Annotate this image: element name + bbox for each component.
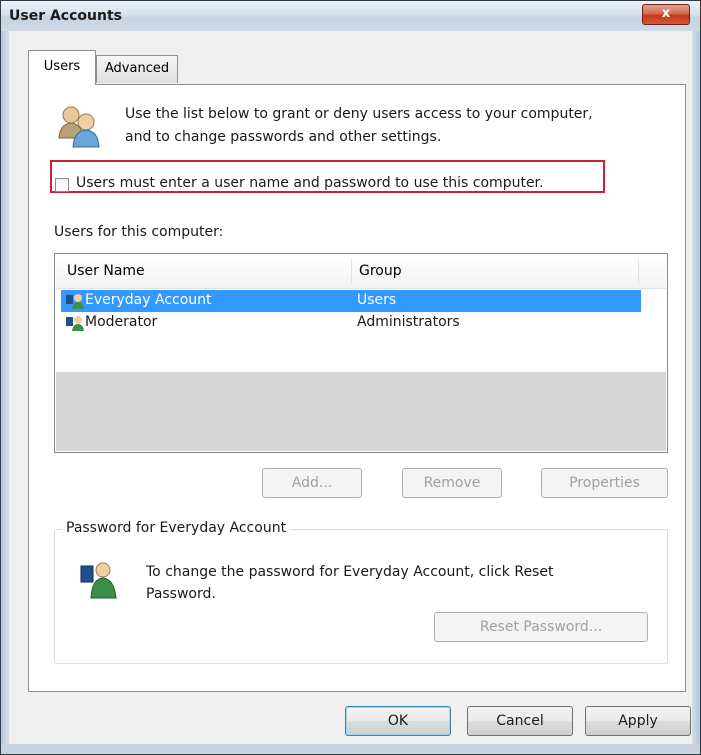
list-empty-area bbox=[56, 372, 666, 451]
user-name-cell: Everyday Account bbox=[85, 292, 212, 308]
users-icon bbox=[58, 106, 100, 148]
title-bar[interactable]: User Accounts x bbox=[1, 1, 700, 32]
window-frame-left bbox=[1, 31, 9, 754]
group-cell: Users bbox=[357, 292, 397, 308]
window-title: User Accounts bbox=[9, 8, 122, 24]
reset-password-button[interactable]: Reset Password... bbox=[434, 612, 648, 642]
table-row[interactable]: Moderator Administrators bbox=[61, 312, 641, 334]
user-key-icon bbox=[80, 562, 117, 599]
window-frame-bottom bbox=[1, 744, 700, 754]
tab-advanced[interactable]: Advanced bbox=[96, 55, 178, 83]
properties-button[interactable]: Properties bbox=[541, 468, 668, 498]
require-login-checkbox[interactable] bbox=[55, 178, 69, 192]
cancel-button[interactable]: Cancel bbox=[467, 706, 573, 736]
group-cell: Administrators bbox=[357, 314, 460, 330]
require-login-label[interactable]: Users must enter a user name and passwor… bbox=[76, 175, 543, 191]
users-list[interactable]: User Name Group Everyday Account Users M… bbox=[54, 253, 668, 453]
window-frame-right bbox=[692, 31, 700, 754]
password-text-line2: Password. bbox=[146, 586, 216, 602]
password-text-line1: To change the password for Everyday Acco… bbox=[146, 564, 554, 580]
ok-button[interactable]: OK bbox=[345, 706, 451, 736]
close-icon: x bbox=[661, 6, 671, 21]
table-row[interactable]: Everyday Account Users bbox=[61, 290, 641, 312]
column-header-group[interactable]: Group bbox=[359, 263, 402, 279]
users-for-computer-label: Users for this computer: bbox=[54, 224, 224, 240]
intro-text-line2: and to change passwords and other settin… bbox=[125, 129, 442, 145]
apply-button[interactable]: Apply bbox=[585, 706, 691, 736]
close-button[interactable]: x bbox=[642, 4, 690, 25]
intro-text-line1: Use the list below to grant or deny user… bbox=[125, 106, 593, 122]
column-header-user-name[interactable]: User Name bbox=[67, 263, 145, 279]
list-header: User Name Group bbox=[56, 255, 666, 289]
user-icon bbox=[66, 316, 84, 331]
column-separator[interactable] bbox=[351, 259, 352, 284]
password-group-title: Password for Everyday Account bbox=[62, 520, 291, 536]
column-separator[interactable] bbox=[638, 259, 639, 284]
user-name-cell: Moderator bbox=[85, 314, 158, 330]
add-button[interactable]: Add... bbox=[262, 468, 362, 498]
remove-button[interactable]: Remove bbox=[402, 468, 502, 498]
tab-users[interactable]: Users bbox=[28, 50, 96, 85]
user-icon bbox=[66, 294, 84, 309]
